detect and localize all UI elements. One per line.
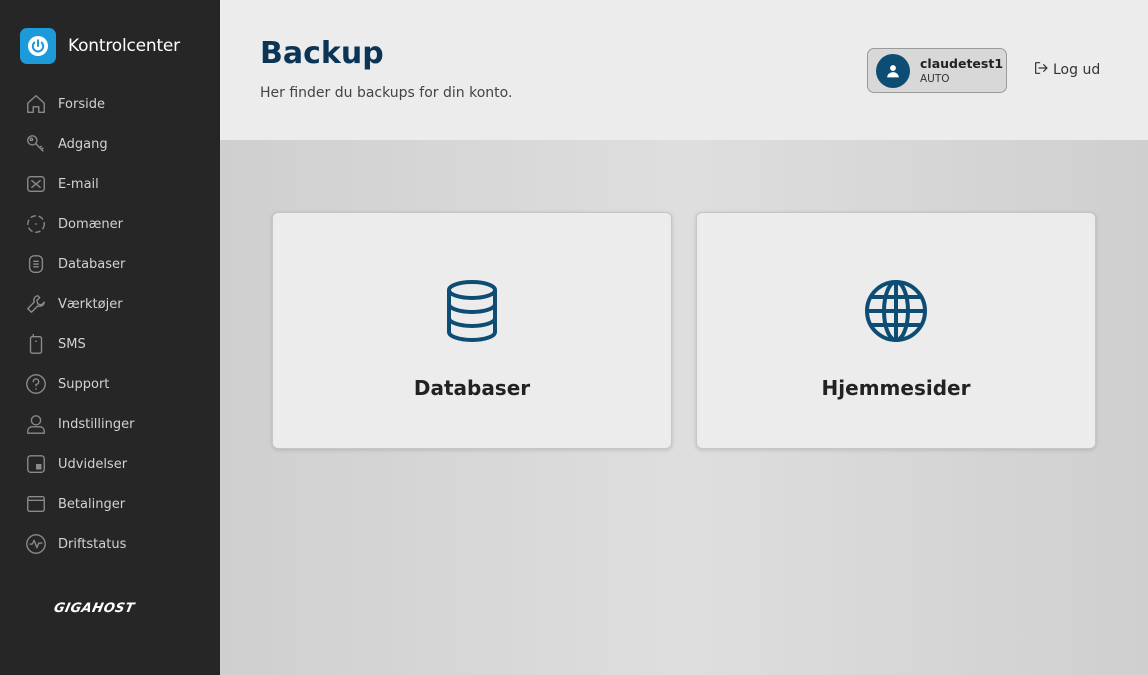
database-icon [24,252,48,276]
power-logo-icon [20,28,56,64]
sidebar-item-label: Driftstatus [58,536,127,552]
backup-card-databaser[interactable]: Databaser [272,212,672,449]
sidebar-item-udvidelser[interactable]: Udvidelser [0,444,220,484]
app-title: Kontrolcenter [68,36,180,56]
brand[interactable]: Kontrolcenter [20,28,180,64]
main-content: Databaser Hjemmesider [220,140,1148,675]
database-icon [273,279,671,343]
sidebar-item-label: SMS [58,336,86,352]
user-icon [24,412,48,436]
help-icon [24,372,48,396]
page-subtitle: Her finder du backups for din konto. [260,85,513,101]
page-title: Backup [260,36,384,71]
sidebar-item-label: Indstillinger [58,416,135,432]
sidebar-item-label: Udvidelser [58,456,128,472]
user-menu-button[interactable]: claudetest1 AUTO [867,48,1007,93]
sidebar-item-indstillinger[interactable]: Indstillinger [0,404,220,444]
sidebar-item-label: Domæner [58,216,123,232]
sidebar-item-label: Databaser [58,256,126,272]
sidebar-item-adgang[interactable]: Adgang [0,124,220,164]
card-label: Databaser [413,376,531,400]
wrench-icon [24,292,48,316]
sidebar-item-domaener[interactable]: Domæner [0,204,220,244]
key-icon [24,132,48,156]
sidebar-item-label: Adgang [58,136,108,152]
logout-label: Log ud [1053,62,1101,78]
sidebar-item-vaerktoejer[interactable]: Værktøjer [0,284,220,324]
sidebar-item-label: Betalinger [58,496,126,512]
logout-button[interactable]: Log ud [1033,60,1100,80]
sidebar-item-sms[interactable]: SMS [0,324,220,364]
sidebar-item-betalinger[interactable]: Betalinger [0,484,220,524]
avatar [876,53,910,88]
domain-icon [24,212,48,236]
sidebar-item-forside[interactable]: Forside [0,84,220,124]
sidebar-item-email[interactable]: E-mail [0,164,220,204]
home-icon [24,92,48,116]
extension-icon [24,452,48,476]
logout-icon [1033,60,1049,80]
sidebar-item-label: Forside [58,96,105,112]
sidebar-item-label: E-mail [58,176,99,192]
user-role: AUTO [920,73,950,85]
mail-icon [24,172,48,196]
backup-card-hjemmesider[interactable]: Hjemmesider [696,212,1096,449]
card-label: Hjemmesider [821,376,971,400]
sidebar-nav: Forside Adgang E-mail Domæner Databaser [0,84,220,564]
globe-icon [697,279,1095,343]
phone-icon [24,332,48,356]
page-header: Backup Her finder du backups for din kon… [220,0,1148,140]
sidebar-item-label: Værktøjer [58,296,123,312]
user-name: claudetest1 [920,56,1004,71]
user-info: claudetest1 AUTO [920,56,1003,85]
sidebar-item-databaser[interactable]: Databaser [0,244,220,284]
pulse-icon [24,532,48,556]
sidebar-item-support[interactable]: Support [0,364,220,404]
payment-icon [24,492,48,516]
gigahost-logo[interactable]: GIGAHOST [52,601,136,616]
sidebar: Kontrolcenter Forside Adgang E-mail Domæ… [0,0,220,675]
sidebar-item-label: Support [58,376,110,392]
person-icon [887,64,899,77]
sidebar-item-driftstatus[interactable]: Driftstatus [0,524,220,564]
